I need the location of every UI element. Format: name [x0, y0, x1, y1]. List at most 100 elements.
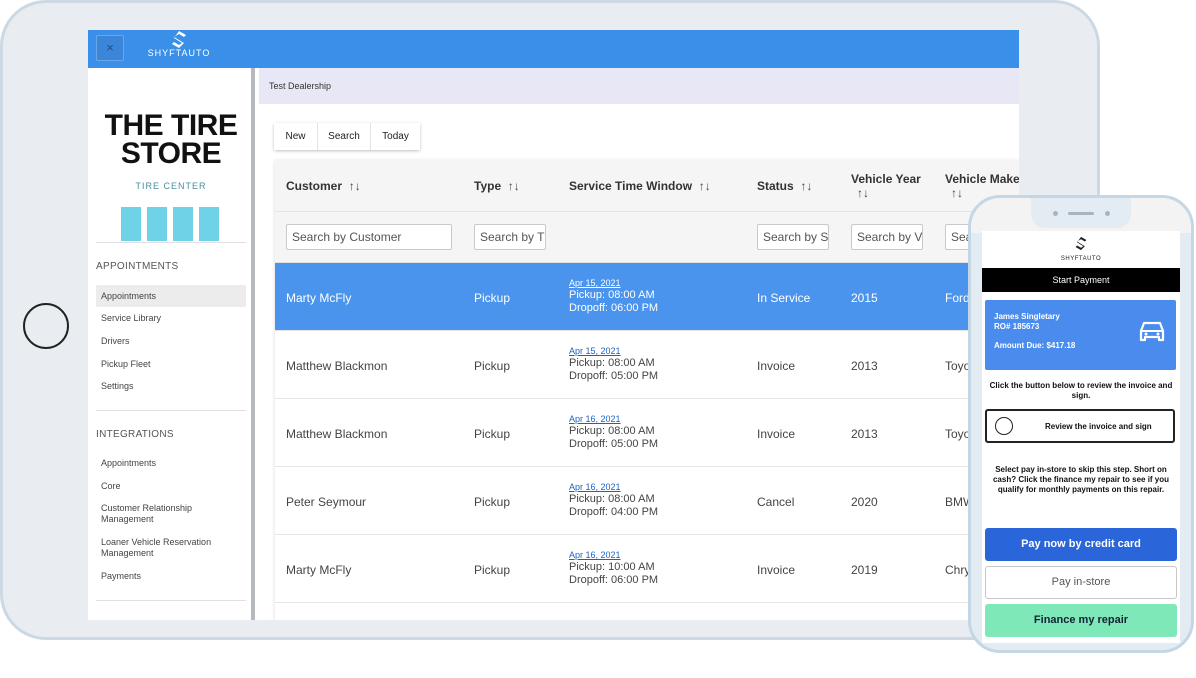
app-screen: × SHYFTAUTO THE TIRE STORE TIRE CENTER A… — [88, 30, 1019, 620]
cell-type: Pickup — [474, 427, 511, 441]
table-row[interactable]: Marty McFly Pickup Apr 16, 2021 Pickup: … — [275, 535, 1019, 603]
cell-make: Ford — [945, 291, 970, 305]
status-filter-input[interactable] — [757, 224, 829, 250]
shyftauto-logo-icon — [172, 31, 186, 48]
dropoff-time: Dropoff: 06:00 PM — [569, 574, 659, 586]
new-button[interactable]: New — [274, 123, 318, 150]
customer-filter-input[interactable] — [286, 224, 452, 250]
cell-customer: Marty McFly — [286, 563, 352, 577]
cell-make: Toyo — [945, 427, 971, 441]
table-row[interactable]: Matthew Blackmon Pickup Apr 15, 2021 Pic… — [275, 331, 1019, 399]
cell-year: 2019 — [851, 563, 878, 577]
pickup-time: Pickup: 08:00 AM — [569, 357, 655, 369]
column-header-type[interactable]: Type ↑↓ — [474, 179, 520, 193]
sidebar: THE TIRE STORE TIRE CENTER APPOINTMENTS … — [88, 68, 255, 620]
brand-bars-graphic — [121, 207, 225, 241]
date-link[interactable]: Apr 16, 2021 — [569, 549, 658, 561]
sidebar-item-pickup-fleet[interactable]: Pickup Fleet — [96, 359, 246, 370]
column-header-vehicle-year[interactable]: Vehicle Year ↑↓ — [851, 172, 931, 200]
sidebar-item-settings[interactable]: Settings — [96, 381, 246, 392]
column-header-customer[interactable]: Customer ↑↓ — [286, 179, 361, 193]
date-link[interactable]: Apr 16, 2021 — [569, 481, 658, 493]
cell-status: In Service — [757, 291, 811, 305]
brand-line-1: THE TIRE — [104, 109, 238, 142]
shyftauto-logo-icon — [1075, 236, 1087, 251]
cell-status: Invoice — [757, 427, 796, 441]
sidebar-item-crm[interactable]: Customer Relationship Management — [96, 503, 246, 525]
cell-year: 2013 — [851, 427, 878, 441]
cell-year: 2020 — [851, 495, 878, 509]
column-header-status[interactable]: Status ↑↓ — [757, 179, 812, 193]
cell-service-time-window: Apr 15, 2021 Pickup: 08:00 AM Dropoff: 0… — [569, 277, 658, 315]
pay-in-store-button[interactable]: Pay in-store — [985, 566, 1177, 599]
table-row[interactable]: Marty McFly Pickup Apr 15, 2021 Pickup: … — [275, 263, 1019, 331]
column-header-service-time-window[interactable]: Service Time Window ↑↓ — [569, 179, 711, 193]
dropoff-time: Dropoff: 05:00 PM — [569, 438, 659, 450]
table-row[interactable]: Matthew Blackmon Pickup Apr 16, 2021 Pic… — [275, 399, 1019, 467]
cell-customer: Marty McFly — [286, 291, 352, 305]
today-button[interactable]: Today — [371, 123, 420, 150]
cell-type: Pickup — [474, 291, 511, 305]
sidebar-item-integration-appointments[interactable]: Appointments — [96, 458, 246, 469]
phone-status-area — [971, 198, 1191, 233]
sort-icon[interactable]: ↑↓ — [800, 179, 812, 193]
customer-info: James Singletary RO# 185673 — [994, 312, 1060, 332]
sort-icon[interactable]: ↑↓ — [699, 179, 711, 193]
pickup-time: Pickup: 08:00 AM — [569, 425, 655, 437]
date-link[interactable]: Apr 15, 2021 — [569, 345, 658, 357]
review-invoice-button[interactable]: Review the invoice and sign — [985, 409, 1175, 443]
sidebar-item-loaner-vehicle[interactable]: Loaner Vehicle Reservation Management — [96, 537, 246, 559]
cell-customer: Matthew Blackmon — [286, 427, 388, 441]
cell-make: Toyo — [945, 359, 971, 373]
close-icon[interactable]: × — [96, 35, 124, 61]
phone-screen: SHYFTAUTO Start Payment James Singletary… — [982, 231, 1180, 643]
cell-year: 2015 — [851, 291, 878, 305]
section-heading-appointments: APPOINTMENTS — [96, 261, 179, 272]
amount-due: Amount Due: $417.18 — [994, 341, 1076, 350]
sidebar-item-payments[interactable]: Payments — [96, 571, 246, 582]
sidebar-item-drivers[interactable]: Drivers — [96, 336, 246, 347]
year-filter-input[interactable] — [851, 224, 923, 250]
toolbar: New Search Today — [274, 123, 420, 150]
ro-number: RO# 185673 — [994, 322, 1040, 331]
type-filter-input[interactable] — [474, 224, 546, 250]
cell-year: 2013 — [851, 359, 878, 373]
appointments-table: Customer ↑↓ Type ↑↓ Service Time Window … — [275, 160, 1019, 620]
shyftauto-logo: SHYFTAUTO — [143, 30, 215, 68]
cell-status: Invoice — [757, 563, 796, 577]
sidebar-item-core[interactable]: Core — [96, 481, 246, 492]
cell-type: Pickup — [474, 359, 511, 373]
logo-text: SHYFTAUTO — [147, 48, 211, 58]
date-link[interactable]: Apr 15, 2021 — [569, 277, 658, 289]
phone-notch — [1031, 198, 1131, 228]
dropoff-time: Dropoff: 04:00 PM — [569, 506, 659, 518]
tablet-home-button[interactable] — [23, 303, 69, 349]
skip-instructions: Select pay in-store to skip this step. S… — [992, 465, 1170, 494]
pay-credit-card-button[interactable]: Pay now by credit card — [985, 528, 1177, 561]
finance-repair-button[interactable]: Finance my repair — [985, 604, 1177, 637]
sort-icon[interactable]: ↑↓ — [508, 179, 520, 193]
cell-status: Invoice — [757, 359, 796, 373]
sort-icon[interactable]: ↑↓ — [857, 186, 869, 200]
pickup-time: Pickup: 08:00 AM — [569, 493, 655, 505]
review-instructions: Click the button below to review the inv… — [989, 381, 1173, 400]
search-button[interactable]: Search — [318, 123, 371, 150]
pickup-time: Pickup: 10:00 AM — [569, 561, 655, 573]
car-icon — [1139, 321, 1165, 342]
tablet-frame: × SHYFTAUTO THE TIRE STORE TIRE CENTER A… — [0, 0, 1100, 640]
sidebar-item-appointments[interactable]: Appointments — [96, 285, 246, 307]
invoice-card: James Singletary RO# 185673 Amount Due: … — [985, 300, 1176, 370]
radio-circle-icon[interactable] — [995, 417, 1013, 435]
sort-icon[interactable]: ↑↓ — [349, 179, 361, 193]
sidebar-divider — [96, 600, 246, 601]
brand-line-2: STORE — [120, 137, 222, 170]
table-row[interactable]: Peter Seymour Pickup Apr 16, 2021 Pickup… — [275, 467, 1019, 535]
cell-status: Cancel — [757, 495, 795, 509]
sidebar-item-service-library[interactable]: Service Library — [96, 313, 246, 324]
phone-frame: SHYFTAUTO Start Payment James Singletary… — [968, 195, 1194, 653]
sort-icon[interactable]: ↑↓ — [951, 186, 963, 200]
cell-type: Pickup — [474, 495, 511, 509]
top-bar: × SHYFTAUTO — [88, 30, 1019, 68]
cell-service-time-window: Apr 15, 2021 Pickup: 08:00 AM Dropoff: 0… — [569, 345, 658, 383]
date-link[interactable]: Apr 16, 2021 — [569, 413, 658, 425]
